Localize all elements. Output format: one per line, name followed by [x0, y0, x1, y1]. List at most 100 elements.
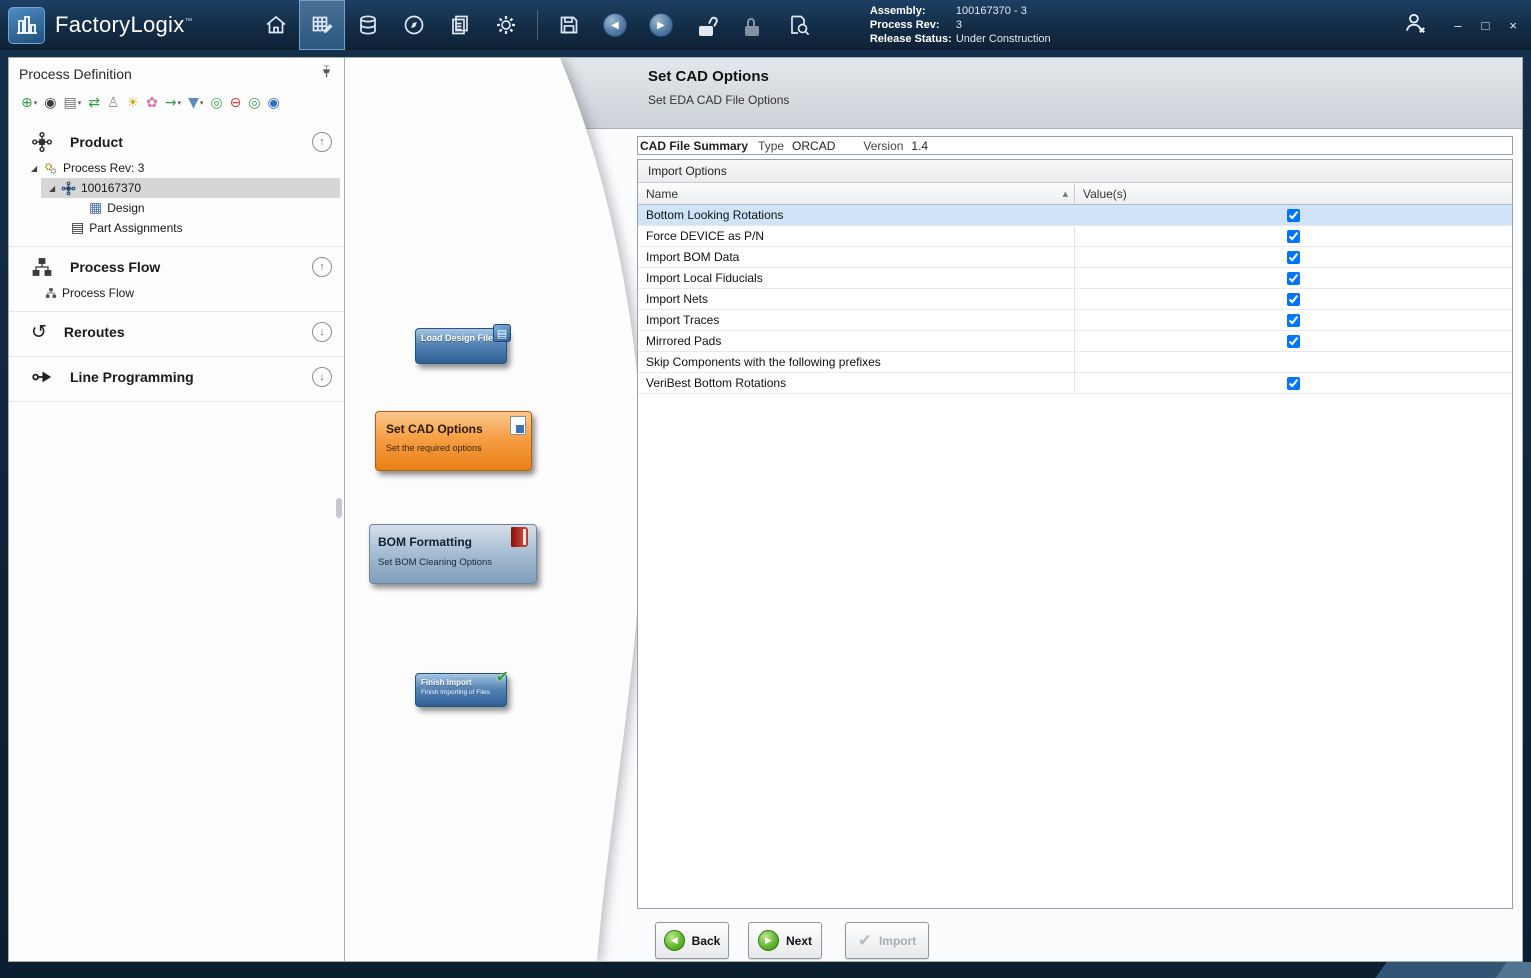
option-name[interactable]: Skip Components with the following prefi… [638, 352, 1075, 372]
option-checkbox[interactable] [1287, 377, 1300, 390]
web-dark-icon[interactable]: ◉ [44, 96, 56, 110]
sync-icon[interactable]: ⇄ [88, 96, 100, 110]
tree-item-process-flow[interactable]: Process Flow [9, 283, 344, 303]
option-value-cell[interactable] [1075, 247, 1512, 267]
unlock-icon[interactable] [684, 0, 730, 50]
option-name[interactable]: Import Traces [638, 310, 1075, 330]
import-button[interactable]: ✔ Import [845, 922, 929, 959]
next-button[interactable]: ▶ Next [748, 922, 822, 959]
table-row[interactable]: Import Local Fiducials [638, 268, 1512, 289]
tree-item-process-flow-section[interactable]: Process Flow ↑ [9, 251, 344, 283]
option-name[interactable]: Force DEVICE as P/N [638, 226, 1075, 246]
tree-item-part-assignments[interactable]: ▤ Part Assignments [9, 218, 344, 238]
step-set-cad-options[interactable]: Set CAD Options Set the required options [375, 411, 532, 471]
table-row[interactable]: Force DEVICE as P/N [638, 226, 1512, 247]
target-blue-icon[interactable]: ◉ [268, 96, 280, 110]
option-name[interactable]: Bottom Looking Rotations [638, 205, 1075, 225]
documents-icon[interactable] [437, 0, 483, 50]
version-value: 1.4 [911, 139, 928, 153]
option-name[interactable]: Import BOM Data [638, 247, 1075, 267]
filter-icon[interactable]: ▼▾ [188, 96, 203, 110]
lamp-icon[interactable]: ☀ [127, 96, 140, 110]
tree-item-reroutes[interactable]: ↺ Reroutes ↓ [9, 316, 344, 348]
table-row[interactable]: Skip Components with the following prefi… [638, 352, 1512, 373]
remove-icon[interactable]: ⊖ [230, 96, 242, 110]
pin-icon[interactable] [319, 64, 334, 84]
table-row[interactable]: VeriBest Bottom Rotations [638, 373, 1512, 394]
materials-icon[interactable] [345, 0, 391, 50]
undo-icon[interactable]: ◀ [592, 0, 638, 50]
flower-icon[interactable]: ✿ [146, 96, 158, 110]
product-icon [31, 131, 53, 153]
import-options-header[interactable]: Import Options [638, 160, 1512, 183]
tree-item-line-programming[interactable]: Line Programming ↓ [9, 361, 344, 393]
expand-down-icon[interactable]: ↓ [312, 367, 332, 387]
save-icon[interactable] [546, 0, 592, 50]
column-header-values[interactable]: Value(s) [1075, 183, 1512, 204]
back-button[interactable]: ◀ Back [655, 922, 729, 959]
find-in-design-icon[interactable] [776, 0, 822, 50]
table-row[interactable]: Import Traces [638, 310, 1512, 331]
lock-icon[interactable] [730, 0, 776, 50]
close-button[interactable]: × [1509, 18, 1517, 33]
table-row[interactable]: Mirrored Pads [638, 331, 1512, 352]
option-name[interactable]: Import Local Fiducials [638, 268, 1075, 288]
option-value-cell[interactable] [1075, 205, 1512, 225]
panel-resize-grip[interactable] [336, 498, 342, 518]
option-value-cell[interactable] [1075, 268, 1512, 288]
option-name[interactable]: VeriBest Bottom Rotations [638, 373, 1075, 393]
option-checkbox[interactable] [1287, 335, 1300, 348]
option-checkbox[interactable] [1287, 314, 1300, 327]
step-bom-formatting[interactable]: BOM Formatting Set BOM Cleaning Options [369, 524, 537, 584]
tree-item-product[interactable]: Product ↑ [9, 126, 344, 158]
option-value-cell[interactable] [1075, 289, 1512, 309]
tree-item-design[interactable]: ▦ Design [9, 198, 344, 218]
option-value-cell[interactable] [1075, 373, 1512, 393]
option-name[interactable]: Import Nets [638, 289, 1075, 309]
redo-icon[interactable]: ▶ [638, 0, 684, 50]
trademark: ™ [185, 17, 193, 26]
wizard-content: Set CAD Options Set EDA CAD File Options… [345, 57, 1523, 962]
minimize-button[interactable]: – [1454, 18, 1461, 33]
maximize-button[interactable]: □ [1482, 18, 1490, 33]
table-row[interactable]: Bottom Looking Rotations [638, 205, 1512, 226]
expand-down-icon[interactable]: ↓ [312, 322, 332, 342]
step-title: Set CAD Options [376, 412, 531, 436]
step-finish-import[interactable]: Finish Import Finish Importing of Files … [415, 673, 507, 707]
option-checkbox[interactable] [1287, 209, 1300, 222]
option-name[interactable]: Mirrored Pads [638, 331, 1075, 351]
print-icon[interactable]: ▤▾ [63, 96, 81, 110]
expander-icon[interactable]: ◢ [31, 164, 43, 173]
compass-icon[interactable] [391, 0, 437, 50]
option-value-cell[interactable] [1075, 331, 1512, 351]
user-small-icon[interactable]: ♙ [107, 96, 120, 110]
option-value-cell[interactable] [1075, 352, 1512, 372]
step-load-design-files[interactable]: Load Design Files ▤ [415, 328, 507, 364]
collapse-up-icon[interactable]: ↑ [312, 132, 332, 152]
option-value-cell[interactable] [1075, 310, 1512, 330]
tree-item-assembly[interactable]: ◢ 100167370 [41, 178, 340, 198]
option-checkbox[interactable] [1287, 230, 1300, 243]
tree-item-process-rev[interactable]: ◢ Process Rev: 3 [9, 158, 344, 178]
option-checkbox[interactable] [1287, 251, 1300, 264]
option-checkbox[interactable] [1287, 272, 1300, 285]
expander-icon[interactable]: ◢ [49, 184, 61, 193]
globe-green-icon[interactable]: ◎ [210, 96, 222, 110]
product-section: Product ↑ ◢ Process Rev: 3 ◢ [9, 126, 344, 247]
user-logout-icon[interactable] [1402, 10, 1428, 41]
column-header-name[interactable]: Name ▲ [638, 183, 1075, 204]
table-row[interactable]: Import Nets [638, 289, 1512, 310]
add-icon[interactable]: ⊕▾ [21, 96, 37, 110]
process-editor-icon[interactable] [299, 0, 345, 50]
toolbar-separator [537, 10, 538, 40]
option-value-cell[interactable] [1075, 226, 1512, 246]
home-icon[interactable] [253, 0, 299, 50]
export-icon[interactable]: →▾ [165, 96, 181, 110]
status-green-icon[interactable]: ◎ [248, 96, 260, 110]
collapse-up-icon[interactable]: ↑ [312, 257, 332, 277]
settings-gear-icon[interactable] [483, 0, 529, 50]
line-programming-label: Line Programming [70, 369, 312, 385]
option-checkbox[interactable] [1287, 293, 1300, 306]
table-row[interactable]: Import BOM Data [638, 247, 1512, 268]
design-label: Design [107, 201, 144, 215]
